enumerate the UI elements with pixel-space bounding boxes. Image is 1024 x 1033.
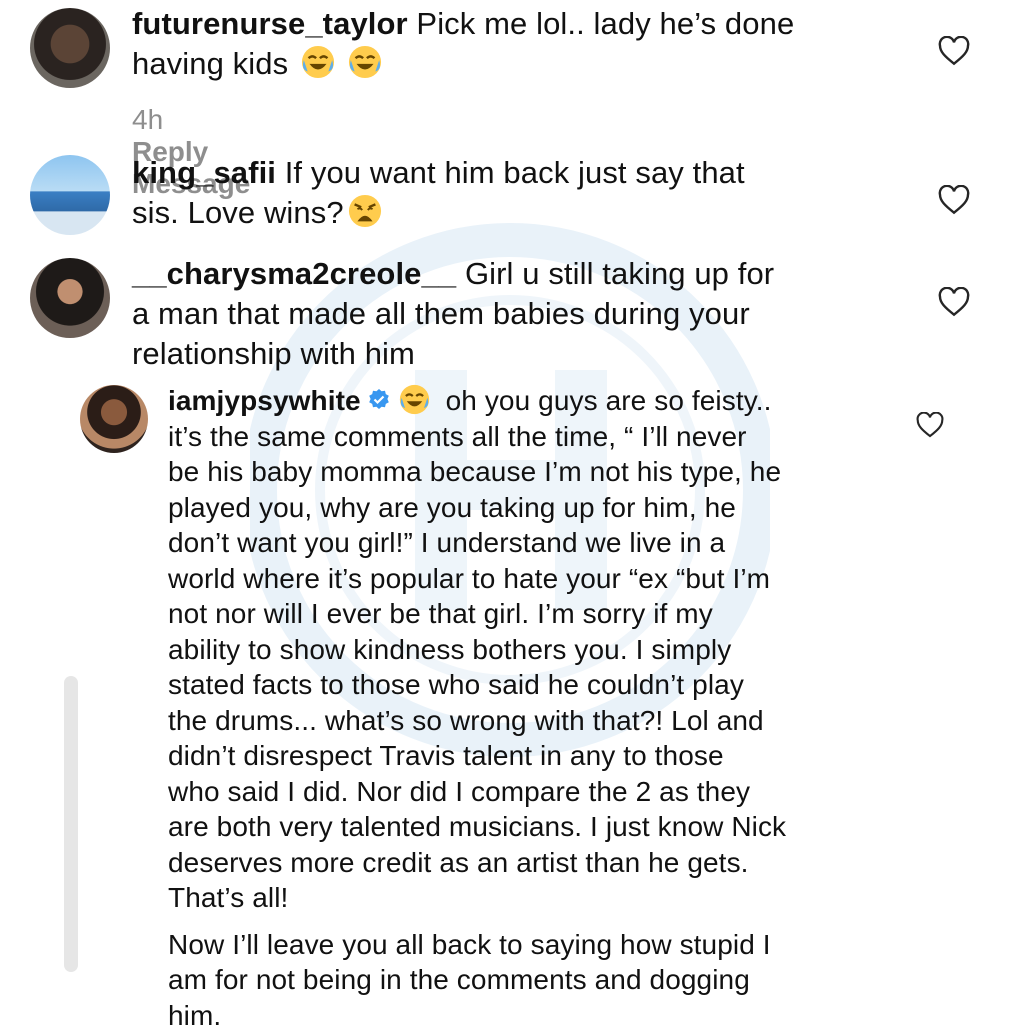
reply-text: iamjypsywhite oh you guys are so feisty.… <box>168 383 908 1033</box>
comment-body: If you want him back just say that <box>284 155 745 190</box>
avatar[interactable] <box>30 258 110 338</box>
reply-line: who said I did. Nor did I compare the 2 … <box>168 775 751 807</box>
reply-line: stated facts to those who said he couldn… <box>168 669 744 700</box>
comment-text: king_safii If you want him back just say… <box>132 153 922 233</box>
reply-line: him. <box>168 999 222 1031</box>
tears-of-joy-emoji <box>301 45 334 79</box>
comment-body: Girl u still taking up for <box>464 256 775 291</box>
comment-username[interactable]: futurenurse_taylor <box>132 6 408 41</box>
heart-outline-icon[interactable] <box>938 185 970 215</box>
comment-username[interactable]: __charysma2creole__ <box>132 256 456 291</box>
comment-timestamp: 4h <box>132 104 164 135</box>
reply-line: be his baby momma because I’m not his ty… <box>168 456 782 487</box>
comment-body: Pick me lol.. lady he’s done <box>416 6 795 41</box>
reply-username[interactable]: iamjypsywhite <box>168 385 361 416</box>
tears-of-joy-emoji <box>348 45 381 79</box>
reply-line: oh you guys are so feisty.. <box>445 385 772 416</box>
verified-badge-icon <box>368 389 389 409</box>
heart-outline-icon[interactable] <box>938 36 970 66</box>
heart-outline-icon[interactable] <box>938 287 970 317</box>
reply-line: are both very talented musicians. I just… <box>168 811 787 842</box>
comment-body-line2: having kids <box>132 46 289 81</box>
comment-text: futurenurse_taylor Pick me lol.. lady he… <box>132 4 922 84</box>
avatar[interactable] <box>30 8 110 88</box>
avatar[interactable] <box>30 155 110 235</box>
comment-text: __charysma2creole__ Girl u still taking … <box>132 254 922 374</box>
reply-line: not nor will I ever be that girl. I’m so… <box>168 598 713 629</box>
heart-outline-icon[interactable] <box>916 412 944 438</box>
tears-of-joy-emoji <box>399 384 429 415</box>
comment-body-line2: sis. Love wins? <box>132 195 344 230</box>
reply-line: am for not being in the comments and dog… <box>168 964 750 995</box>
reply-line: played you, why are you taking up for hi… <box>168 491 736 523</box>
reply-line: it’s the same comments all the time, “ I… <box>168 420 747 452</box>
reply-line: Now I’ll leave you all back to saying ho… <box>168 928 771 960</box>
scrollbar[interactable] <box>64 676 78 972</box>
reply-line: deserves more credit as an artist than h… <box>168 846 749 878</box>
weary-face-emoji <box>348 194 381 228</box>
comment-body-line3: relationship with him <box>132 336 415 371</box>
comment-body-line2: a man that made all them babies during y… <box>132 296 750 331</box>
reply-line: the drums... what’s so wrong with that?!… <box>168 704 764 736</box>
reply-line: ability to show kindness bothers you. I … <box>168 633 732 665</box>
reply-line: don’t want you girl!” I understand we li… <box>168 527 726 558</box>
reply-line: didn’t disrespect Travis talent in any t… <box>168 740 724 771</box>
comment-username[interactable]: king_safii <box>132 155 276 190</box>
reply-line: world where it’s popular to hate your “e… <box>168 562 771 594</box>
avatar[interactable] <box>80 385 148 453</box>
reply-line: That’s all! <box>168 882 289 913</box>
